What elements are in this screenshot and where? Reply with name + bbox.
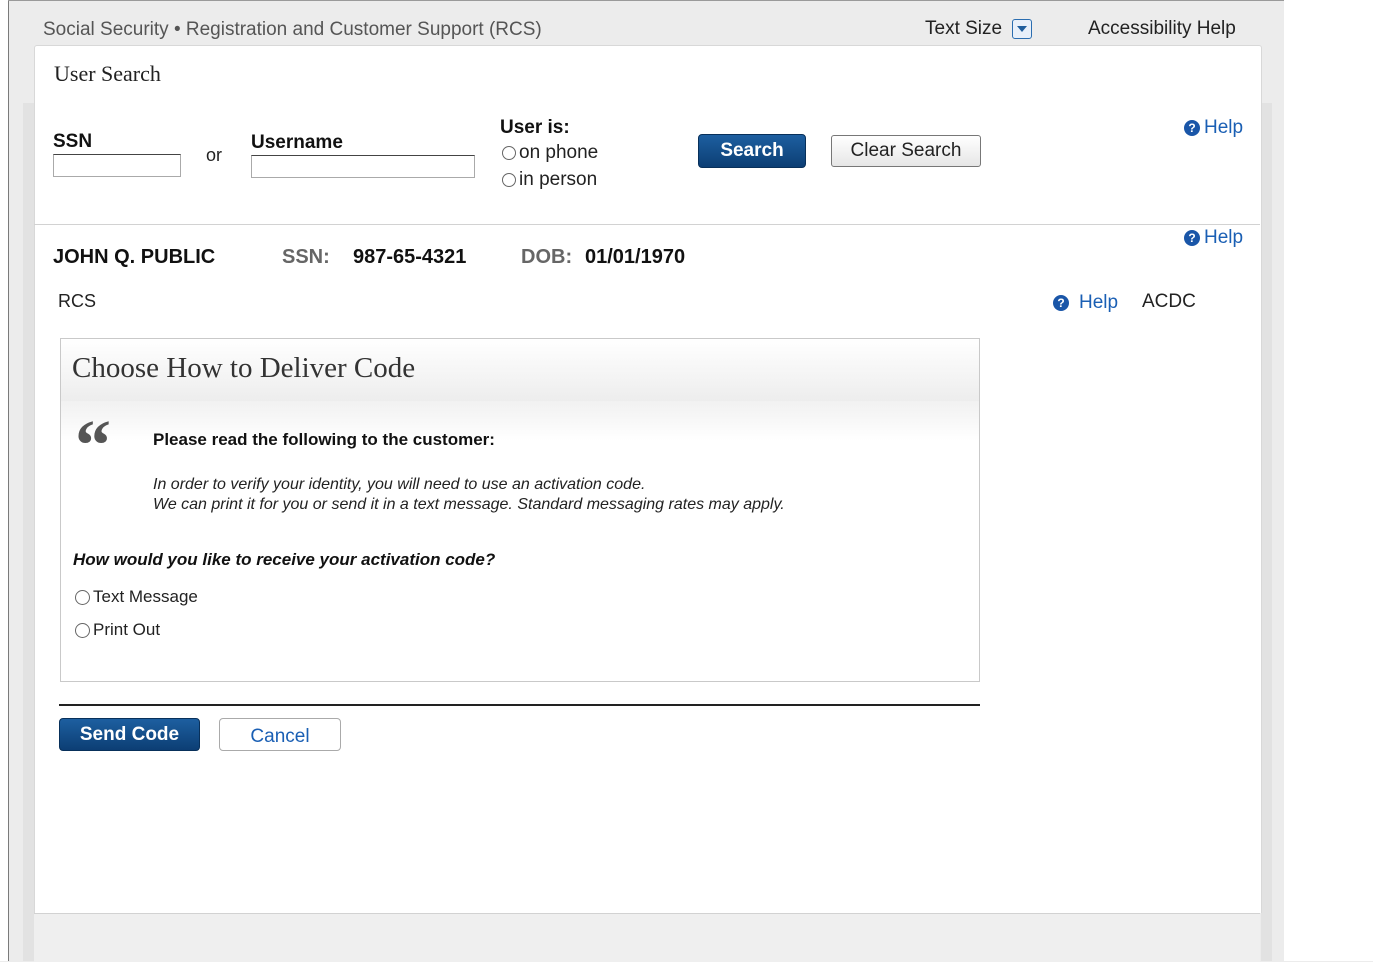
or-separator: or [206,145,223,165]
card-shadow-right [1261,103,1272,961]
radio-button[interactable] [75,622,90,638]
option-text-message[interactable]: Text Message [75,587,198,607]
page-title: User Search [54,61,161,86]
help-icon: ? [1184,230,1200,246]
app-title: Social Security • Registration and Custo… [43,19,542,40]
send-code-button[interactable]: Send Code [59,718,200,751]
accessibility-help-link[interactable]: Accessibility Help [1088,18,1236,40]
option-print-out[interactable]: Print Out [75,620,160,640]
text-size-label: Text Size [925,18,1003,39]
username-input[interactable] [251,155,475,178]
card-shadow-left [23,103,34,961]
radio-button[interactable] [75,589,90,605]
customer-ssn-value: 987-65-4321 [353,246,467,268]
window-border [8,0,9,961]
window-edge [0,0,8,961]
text-size-control[interactable]: Text Size [925,18,1033,40]
radio-button[interactable] [502,173,516,187]
page-title-bar: User Search [34,45,1262,104]
actions-divider [59,704,980,706]
option-print-out-label: Print Out [93,620,161,639]
cancel-button[interactable]: Cancel [219,718,341,751]
help-icon: ? [1053,295,1069,311]
radio-in-person-label: in person [519,169,598,190]
read-instruction: Please read the following to the custome… [153,430,495,449]
customer-name: JOHN Q. PUBLIC [53,246,216,268]
ssn-label: SSN [53,131,93,152]
customer-dob-label: DOB: [521,246,573,268]
delivery-question: How would you like to receive your activ… [73,550,496,569]
footer-band [34,913,1260,962]
right-side-pane [1284,0,1373,961]
radio-in-person[interactable]: in person [502,169,597,191]
script-line: In order to verify your identity, you wi… [153,476,646,493]
chevron-down-icon[interactable] [1012,19,1033,39]
panel-title: Choose How to Deliver Code [72,352,416,384]
acdc-help-link[interactable]: ? Help [1053,292,1118,314]
section-divider [34,224,1260,225]
search-help-link[interactable]: ? Help [1184,117,1243,139]
help-icon: ? [1184,120,1200,136]
deliver-code-panel: Choose How to Deliver Code “ Please read… [60,338,980,682]
ssn-input[interactable] [53,154,181,177]
radio-on-phone[interactable]: on phone [502,142,598,164]
help-label: Help [1204,227,1244,248]
help-label: Help [1079,292,1119,313]
panel-header: Choose How to Deliver Code [61,339,979,402]
quote-icon: “ [75,405,111,485]
customer-help-link[interactable]: ? Help [1184,227,1243,249]
radio-button[interactable] [502,146,516,160]
user-is-label: User is: [500,117,570,138]
rcs-label: RCS [58,291,97,311]
clear-search-button[interactable]: Clear Search [831,135,981,167]
username-label: Username [251,132,343,153]
acdc-label: ACDC [1142,291,1196,312]
radio-on-phone-label: on phone [519,142,599,163]
help-label: Help [1204,117,1244,138]
customer-ssn-label: SSN: [282,246,330,268]
search-button[interactable]: Search [698,134,806,168]
customer-dob-value: 01/01/1970 [585,246,686,268]
script-line: We can print it for you or send it in a … [153,496,785,513]
option-text-message-label: Text Message [93,587,198,606]
